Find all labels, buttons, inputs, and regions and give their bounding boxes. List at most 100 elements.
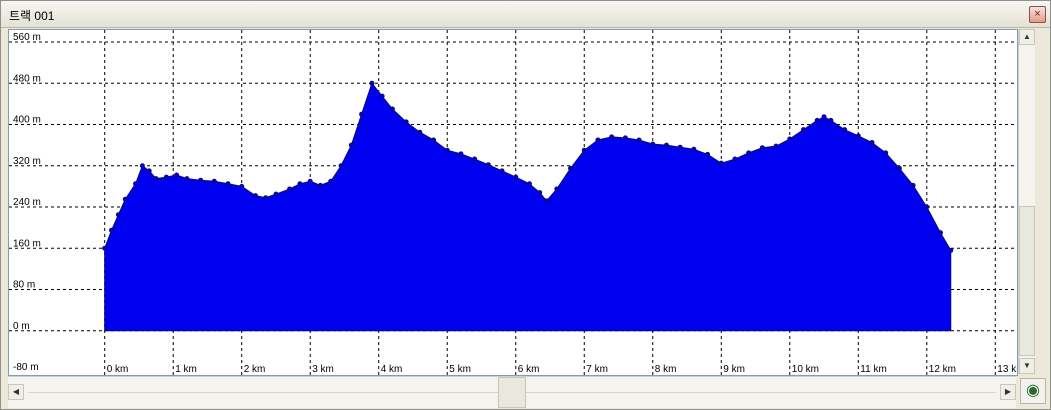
elevation-point xyxy=(174,172,180,178)
elevation-point xyxy=(328,178,334,184)
globe-icon: ◉ xyxy=(1026,382,1040,399)
elevation-point xyxy=(948,247,954,253)
y-tick-label: 320 m xyxy=(13,156,41,167)
arrow-down-icon: ▼ xyxy=(1023,361,1031,370)
arrow-left-icon: ◀ xyxy=(12,387,20,396)
elevation-profile-window: 트랙 001 × 560 m 480 m 400 m 320 m 240 m 160 m 8… xyxy=(0,0,1051,410)
elevation-point xyxy=(705,151,711,157)
elevation-point xyxy=(650,141,656,147)
elevation-point xyxy=(115,212,121,218)
elevation-point xyxy=(211,178,217,184)
elevation-point xyxy=(800,127,806,133)
elevation-point xyxy=(677,144,683,150)
elevation-point xyxy=(444,147,450,153)
elevation-point xyxy=(622,135,628,141)
elevation-point xyxy=(403,119,409,125)
elevation-point xyxy=(485,162,491,168)
window-title: 트랙 001 xyxy=(9,9,55,23)
x-tick-label: 4 km xyxy=(381,364,403,375)
y-tick-label: 480 m xyxy=(13,73,41,84)
elevation-chart: 560 m 480 m 400 m 320 m 240 m 160 m 80 m 0 m -80… xyxy=(9,30,1025,375)
elevation-point xyxy=(896,165,902,171)
elevation-point xyxy=(537,190,543,196)
arrow-right-icon: ▶ xyxy=(1004,387,1012,396)
elevation-point xyxy=(318,182,323,188)
x-tick-label: 8 km xyxy=(655,364,677,375)
elevation-area xyxy=(104,82,952,332)
x-tick-label: 3 km xyxy=(312,364,334,375)
elevation-point xyxy=(153,176,159,182)
elevation-point xyxy=(609,134,615,140)
elevation-point xyxy=(924,204,930,210)
elevation-point xyxy=(163,174,169,180)
elevation-point xyxy=(458,151,464,157)
elevation-point xyxy=(139,163,145,169)
elevation-point xyxy=(252,193,258,199)
elevation-point xyxy=(297,181,303,187)
elevation-point xyxy=(109,227,115,233)
elevation-point xyxy=(855,133,861,139)
elevation-point xyxy=(499,168,505,174)
title-bar[interactable]: 트랙 001 × xyxy=(1,1,1050,28)
scroll-right-button[interactable]: ▶ xyxy=(1000,384,1016,400)
elevation-point xyxy=(544,198,550,204)
vertical-scrollbar[interactable]: ▲ ▼ xyxy=(1018,29,1035,374)
elevation-point xyxy=(369,80,375,86)
elevation-point xyxy=(828,117,834,123)
x-tick-label: 6 km xyxy=(518,364,540,375)
x-tick-label: 5 km xyxy=(449,364,471,375)
elevation-point xyxy=(513,174,519,180)
horizontal-scroll-thumb[interactable] xyxy=(498,377,526,408)
x-tick-label: 7 km xyxy=(586,364,608,375)
elevation-point xyxy=(359,111,365,117)
scroll-up-button[interactable]: ▲ xyxy=(1019,29,1035,45)
elevation-point xyxy=(102,245,108,251)
y-tick-label: 560 m xyxy=(13,32,41,43)
arrow-up-icon: ▲ xyxy=(1023,32,1031,41)
x-tick-label: 2 km xyxy=(244,364,266,375)
elevation-point xyxy=(636,137,642,143)
elevation-point xyxy=(595,137,601,143)
horizontal-scrollbar[interactable]: ◀ ▶ xyxy=(8,376,1016,408)
elevation-point xyxy=(746,150,752,156)
globe-button[interactable]: ◉ xyxy=(1020,378,1046,404)
elevation-point xyxy=(225,181,231,187)
elevation-point xyxy=(554,186,560,192)
elevation-point xyxy=(526,181,532,187)
chart-plot-area: 560 m 480 m 400 m 320 m 240 m 160 m 80 m 0 m -80… xyxy=(8,29,1025,376)
elevation-point xyxy=(389,106,395,112)
elevation-point xyxy=(787,136,793,142)
x-tick-label: 10 km xyxy=(792,364,819,375)
elevation-point xyxy=(814,117,820,123)
close-icon: × xyxy=(1034,8,1041,20)
close-button[interactable]: × xyxy=(1029,6,1046,23)
elevation-point xyxy=(348,142,354,148)
y-tick-label: 160 m xyxy=(13,238,41,249)
scroll-left-button[interactable]: ◀ xyxy=(8,384,24,400)
elevation-point xyxy=(379,93,385,99)
elevation-point xyxy=(287,186,293,192)
elevation-point xyxy=(883,150,889,156)
elevation-point xyxy=(472,156,478,162)
elevation-point xyxy=(821,114,827,120)
elevation-point xyxy=(307,178,313,184)
elevation-point xyxy=(718,160,724,166)
elevation-point xyxy=(184,176,190,182)
elevation-point xyxy=(198,177,204,183)
elevation-point xyxy=(239,183,245,189)
vertical-scroll-thumb[interactable] xyxy=(1019,206,1035,356)
elevation-point xyxy=(691,146,697,152)
elevation-point xyxy=(910,182,916,188)
x-tick-label: 9 km xyxy=(723,364,745,375)
elevation-point xyxy=(263,195,269,201)
elevation-point xyxy=(146,168,152,174)
elevation-point xyxy=(133,181,139,187)
elevation-point xyxy=(431,137,437,143)
elevation-point xyxy=(842,127,848,133)
elevation-point xyxy=(869,140,875,146)
elevation-point xyxy=(732,156,738,162)
elevation-point xyxy=(122,196,128,202)
elevation-point xyxy=(759,145,765,151)
scroll-down-button[interactable]: ▼ xyxy=(1019,358,1035,374)
elevation-point xyxy=(663,142,669,148)
